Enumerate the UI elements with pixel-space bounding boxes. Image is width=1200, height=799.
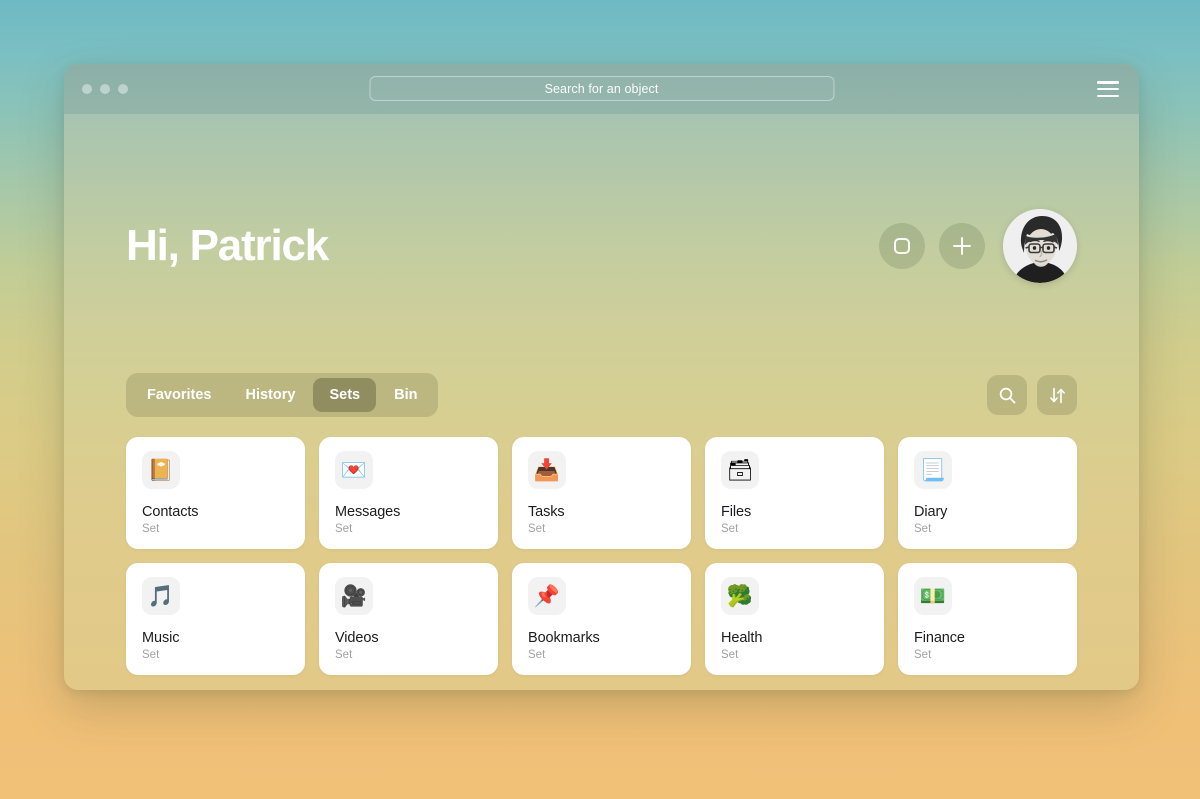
page-title: Hi, Patrick	[126, 221, 329, 270]
maximize-dot[interactable]	[118, 84, 128, 94]
card-diary[interactable]: 📃 Diary Set	[898, 437, 1077, 549]
musical-note-icon: 🎵	[142, 577, 180, 615]
notebook-icon: 📔	[142, 451, 180, 489]
pushpin-icon: 📌	[528, 577, 566, 615]
card-subtitle: Set	[142, 523, 160, 535]
card-title: Finance	[914, 630, 965, 646]
card-subtitle: Set	[914, 523, 932, 535]
hero-actions	[879, 209, 1077, 283]
card-messages[interactable]: 💌 Messages Set	[319, 437, 498, 549]
card-subtitle: Set	[335, 649, 353, 661]
card-contacts[interactable]: 📔 Contacts Set	[126, 437, 305, 549]
tab-sets[interactable]: Sets	[313, 378, 377, 412]
card-file-box-icon: 🗃	[721, 451, 759, 489]
card-bookmarks[interactable]: 📌 Bookmarks Set	[512, 563, 691, 675]
toolbar-buttons	[987, 375, 1077, 415]
broccoli-icon: 🥦	[721, 577, 759, 615]
tab-bar: Favorites History Sets Bin	[126, 373, 439, 417]
sort-button[interactable]	[1037, 375, 1077, 415]
card-title: Files	[721, 504, 752, 520]
card-subtitle: Set	[721, 523, 739, 535]
tab-bin[interactable]: Bin	[378, 378, 433, 412]
search-button[interactable]	[987, 375, 1027, 415]
rounded-square-button[interactable]	[879, 223, 925, 269]
app-window: Search for an object Hi, Patrick Favorit…	[64, 64, 1139, 690]
banknote-icon: 💵	[914, 577, 952, 615]
plus-icon	[953, 237, 971, 255]
title-bar: Search for an object	[64, 64, 1139, 114]
card-music[interactable]: 🎵 Music Set	[126, 563, 305, 675]
hero-section: Hi, Patrick	[64, 114, 1139, 364]
sets-grid: 📔 Contacts Set 💌 Messages Set 📥 Tasks Se…	[64, 437, 1139, 675]
card-title: Tasks	[528, 504, 565, 520]
card-title: Contacts	[142, 504, 199, 520]
page-with-curl-icon: 📃	[914, 451, 952, 489]
toolbar: Favorites History Sets Bin	[64, 364, 1139, 426]
card-subtitle: Set	[528, 649, 546, 661]
love-letter-icon: 💌	[335, 451, 373, 489]
card-subtitle: Set	[335, 523, 353, 535]
card-title: Bookmarks	[528, 630, 600, 646]
search-input-text: Search for an object	[544, 81, 659, 96]
minimize-dot[interactable]	[100, 84, 110, 94]
card-title: Health	[721, 630, 763, 646]
rounded-square-icon	[894, 238, 910, 254]
tab-history[interactable]: History	[229, 378, 311, 412]
user-avatar[interactable]	[1003, 209, 1077, 283]
close-dot[interactable]	[82, 84, 92, 94]
card-health[interactable]: 🥦 Health Set	[705, 563, 884, 675]
inbox-tray-icon: 📥	[528, 451, 566, 489]
card-title: Messages	[335, 504, 401, 520]
search-icon	[999, 387, 1015, 403]
card-title: Diary	[914, 504, 948, 520]
card-subtitle: Set	[721, 649, 739, 661]
card-subtitle: Set	[914, 649, 932, 661]
traffic-lights	[82, 84, 128, 94]
tab-favorites[interactable]: Favorites	[131, 378, 227, 412]
card-tasks[interactable]: 📥 Tasks Set	[512, 437, 691, 549]
movie-camera-icon: 🎥	[335, 577, 373, 615]
hamburger-menu-icon[interactable]	[1097, 81, 1119, 97]
add-button[interactable]	[939, 223, 985, 269]
card-subtitle: Set	[142, 649, 160, 661]
card-files[interactable]: 🗃 Files Set	[705, 437, 884, 549]
card-title: Music	[142, 630, 180, 646]
card-videos[interactable]: 🎥 Videos Set	[319, 563, 498, 675]
card-finance[interactable]: 💵 Finance Set	[898, 563, 1077, 675]
search-input[interactable]: Search for an object	[369, 76, 834, 101]
card-title: Videos	[335, 630, 379, 646]
sort-arrows-icon	[1049, 387, 1065, 403]
card-subtitle: Set	[528, 523, 546, 535]
